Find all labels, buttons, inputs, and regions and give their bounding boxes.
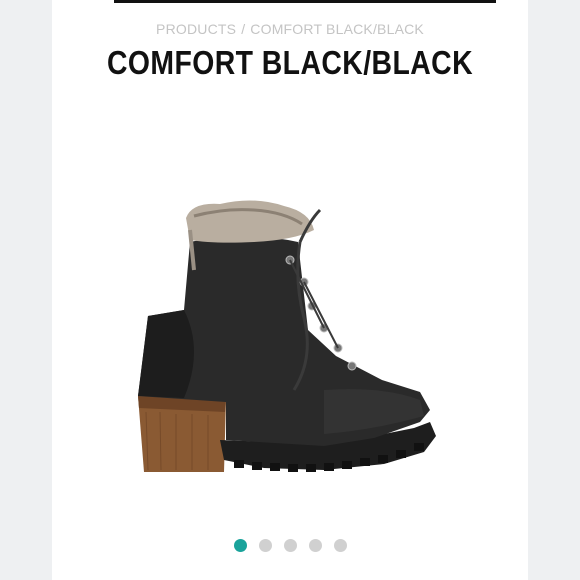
header-divider: [114, 0, 496, 3]
carousel-indicators: [52, 539, 528, 552]
fur-collar: [186, 200, 314, 243]
product-image[interactable]: [124, 190, 454, 490]
carousel-dot[interactable]: [308, 539, 322, 552]
product-page: PRODUCTS / COMFORT BLACK/BLACK COMFORT BLA…: [52, 0, 528, 580]
breadcrumb-separator: /: [241, 21, 246, 37]
carousel-dot[interactable]: [258, 539, 272, 552]
breadcrumb: PRODUCTS / COMFORT BLACK/BLACK: [52, 21, 528, 37]
page-title: COMFORT BLACK/BLACK: [106, 44, 474, 81]
breadcrumb-products-link[interactable]: PRODUCTS: [156, 21, 236, 37]
carousel-dot[interactable]: [283, 539, 297, 552]
breadcrumb-current: COMFORT BLACK/BLACK: [250, 21, 424, 37]
carousel-dot[interactable]: [333, 539, 347, 552]
carousel-dot[interactable]: [233, 539, 247, 552]
